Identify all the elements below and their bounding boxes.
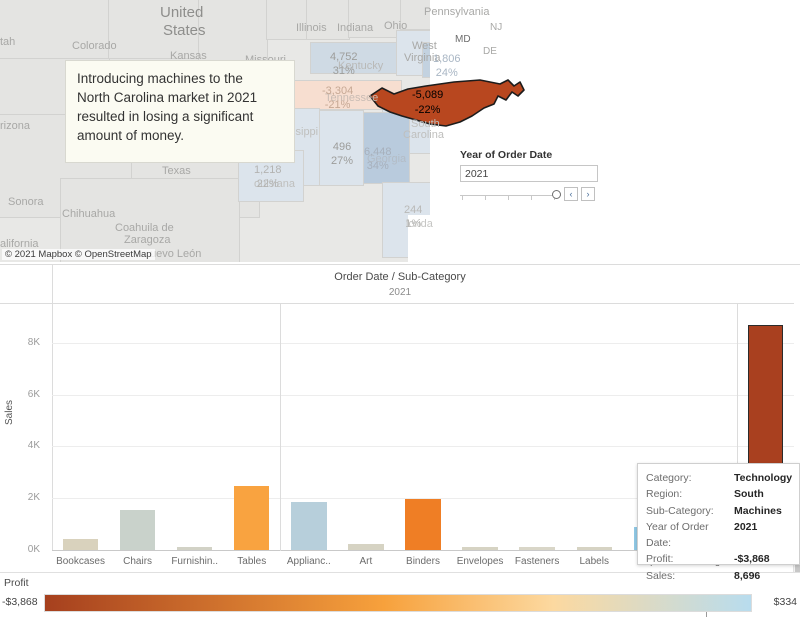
bar-chairs[interactable] <box>119 510 156 550</box>
chart-subtitle: 2021 <box>388 287 412 298</box>
bar-binders[interactable] <box>405 499 441 550</box>
x-axis-label[interactable]: Fasteners <box>509 556 566 567</box>
map-state-shape <box>108 0 200 60</box>
tooltip-value: Machines <box>734 504 782 517</box>
y-axis-tick: 0K <box>27 544 40 555</box>
gridline <box>52 342 794 344</box>
north-carolina-value-label: -5,089 -22% <box>412 89 444 116</box>
gridline <box>52 446 794 448</box>
bar-labels[interactable] <box>576 546 612 550</box>
tableau-dashboard: -5,089 -22% United States Colorado Kansa… <box>0 0 800 617</box>
bar-bookcases[interactable] <box>62 539 99 550</box>
map-state-shape <box>198 0 268 66</box>
annotation-line-1: Introducing machines to the <box>77 71 243 86</box>
x-axis-label[interactable]: Labels <box>566 556 623 567</box>
annotation-line-4: amount of money. <box>77 128 185 144</box>
tooltip-value: -$3,868 <box>734 553 770 566</box>
x-axis-label[interactable]: Chairs <box>109 556 166 567</box>
x-axis-label[interactable]: Binders <box>394 556 451 567</box>
map-panel[interactable]: -5,089 -22% United States Colorado Kansa… <box>0 0 800 262</box>
year-filter-slider-row[interactable]: ‹ › <box>460 187 600 201</box>
legend-marker <box>706 612 707 617</box>
map-state-alabama[interactable] <box>316 110 364 186</box>
year-prev-button[interactable]: ‹ <box>564 187 578 201</box>
chart-title: Order Date / Sub-Category <box>334 271 466 283</box>
map-state-kentucky[interactable] <box>310 42 400 74</box>
north-carolina-shape <box>369 79 525 127</box>
legend-max-label: $334 <box>773 596 797 608</box>
x-axis-label[interactable]: Envelopes <box>452 556 509 567</box>
year-filter-title: Year of Order Date <box>460 149 553 161</box>
tooltip-key: Category: <box>646 472 692 484</box>
x-axis-label[interactable]: Art <box>337 556 394 567</box>
tooltip-value: 8,696 <box>734 569 761 582</box>
chart-tooltip: Category: Technology Region: South Sub-Categ… <box>637 463 800 582</box>
legend-min-label: -$3,868 <box>2 596 38 608</box>
map-state-shape <box>266 0 308 40</box>
legend-title: Profit <box>4 577 29 589</box>
x-axis-label[interactable]: Applianc.. <box>280 556 337 567</box>
slider-tick <box>462 196 463 200</box>
tooltip-row: Sub-Category: Machines <box>646 503 791 519</box>
legend-gradient-bar[interactable] <box>44 594 752 612</box>
tooltip-row: Sales: 8,696 <box>646 568 791 584</box>
map-attribution: © 2021 Mapbox © OpenStreetMap <box>2 249 155 260</box>
map-ocean-atlantic <box>430 0 800 262</box>
bar-fasteners[interactable] <box>519 547 555 550</box>
bar-envelopes[interactable] <box>462 547 498 550</box>
y-axis-tick: 6K <box>27 388 40 400</box>
slider-tick <box>531 196 532 200</box>
tooltip-row: Profit: -$3,868 <box>646 551 791 567</box>
y-axis-tick: 8K <box>27 336 40 348</box>
year-of-order-date-filter[interactable]: Year of Order Date 2021 ‹ › <box>460 149 600 201</box>
map-state-shape <box>306 0 350 40</box>
y-axis-line <box>52 304 53 551</box>
tooltip-row: Region: South <box>646 486 791 502</box>
bar-applianc[interactable] <box>291 502 327 550</box>
y-axis-title: Sales <box>4 399 15 425</box>
tooltip-key: Profit: <box>646 553 674 566</box>
tooltip-row: Year of Order Date: 2021 <box>646 519 791 552</box>
tooltip-value: 2021 <box>734 520 758 533</box>
tooltip-value: South <box>734 488 764 501</box>
tooltip-row: Category: Technology <box>646 470 793 486</box>
slider-tick <box>485 196 486 200</box>
x-axis-label[interactable]: Furnishin.. <box>166 556 223 567</box>
y-axis-tick: 2K <box>27 492 40 504</box>
annotation-line-2: North Carolina market in 2021 <box>77 90 258 106</box>
slider-tick <box>508 196 509 200</box>
y-axis-tick: 4K <box>27 440 40 452</box>
tooltip-key: Year of Order Date: <box>646 520 709 550</box>
tooltip-value: Technology <box>734 472 793 484</box>
bar-furnishin[interactable] <box>176 546 213 550</box>
year-next-button[interactable]: › <box>581 187 595 201</box>
gridline <box>52 394 794 396</box>
year-slider-handle[interactable] <box>552 190 561 199</box>
tooltip-key: Sales: <box>646 569 676 582</box>
slider-line <box>460 195 561 196</box>
map-state-shape <box>348 0 402 38</box>
annotation-line-3: resulted in losing a significant <box>77 109 254 125</box>
x-axis-label[interactable]: Bookcases <box>52 556 109 567</box>
panel-separator <box>280 304 282 551</box>
tooltip-key: Sub-Category: <box>646 504 714 517</box>
year-slider-track[interactable] <box>460 188 561 200</box>
year-filter-value[interactable]: 2021 <box>460 165 598 182</box>
annotation-callout[interactable]: Introducing machines to the North Caroli… <box>65 60 295 163</box>
tooltip-key: Region: <box>646 488 683 501</box>
map-state-north-carolina[interactable]: -5,089 -22% <box>368 78 528 130</box>
bar-tables[interactable] <box>234 486 270 550</box>
x-axis-label[interactable]: Tables <box>223 556 280 567</box>
map-state-shape <box>0 0 110 60</box>
bar-art[interactable] <box>348 544 384 550</box>
